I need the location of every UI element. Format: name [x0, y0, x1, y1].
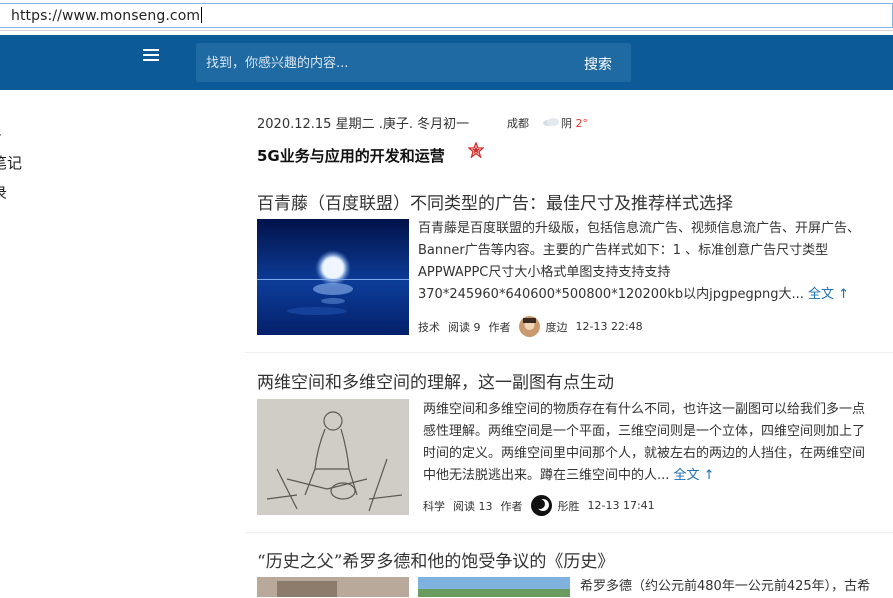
summary-line: 时间的定义。两维空间里中间那个人，就被左右的两边的人挡住，在两维空间 [423, 446, 866, 461]
author-avatar[interactable] [518, 316, 540, 337]
search-input[interactable] [206, 53, 566, 73]
article-meta: 技术 阅读 9 作者 度边 12-13 22:48 [418, 316, 651, 337]
weather-city: 成都 [507, 117, 529, 130]
summary-line: Banner广告等内容。主要的广告样式如下：1 、标准创意广告尺寸类型 [418, 243, 829, 258]
article-category[interactable]: 科学 [423, 498, 445, 514]
summary-line: 中他无法脱逃出来。蹲在三维空间中的人... [423, 468, 670, 483]
article-title[interactable]: 百青藤（百度联盟）不同类型的广告：最佳尺寸及推荐样式选择 [257, 189, 893, 214]
article-thumbnail[interactable] [418, 577, 570, 597]
divider [245, 532, 893, 533]
url-value: https://www.monseng.com [11, 8, 201, 24]
text-caret [201, 7, 203, 23]
author-name[interactable]: 彤胜 [558, 498, 580, 514]
search-button[interactable]: 搜索 [584, 54, 612, 74]
sidebar-item[interactable]: 笔记 [0, 148, 22, 178]
address-bar: https://www.monseng.com [0, 0, 893, 31]
url-field[interactable]: https://www.monseng.com [0, 3, 893, 28]
site-header: 搜索 [0, 35, 893, 90]
article-title[interactable]: “历史之父”希罗多德和他的饱受争议的《历史》 [257, 547, 893, 572]
summary-line: 两维空间和多维空间的物质存在有什么不同，也许这一副图可以给我们多一点 [423, 402, 866, 417]
read-count: 阅读 13 [453, 499, 493, 513]
article-card: 两维空间和多维空间的理解，这一副图有点生动 两维空间和多维空间的物质存在有什么不… [257, 368, 893, 516]
article-summary: 百青藤是百度联盟的升级版，包括信息流广告、视频信息流广告、开屏广告、 Banne… [418, 218, 860, 306]
article-thumbnail[interactable] [257, 219, 409, 335]
cloud-icon [543, 118, 559, 126]
author-name[interactable]: 度边 [546, 319, 568, 335]
article-title[interactable]: 两维空间和多维空间的理解，这一副图有点生动 [257, 368, 893, 393]
sidebar: 4 笔记 录 [0, 118, 22, 208]
read-more-link[interactable]: 全文 ↑ [808, 287, 849, 302]
summary-line: 感性理解。两维空间是一个平面，三维空间则是一个立体，四维空间则加上了 [423, 424, 866, 439]
url-text: https://www.monseng.com [11, 7, 203, 24]
star-icon [468, 142, 484, 158]
summary-line: 希罗多德（约公元前480年一公元前425年），古希 [580, 579, 871, 594]
weather-info: 阴 2° [561, 115, 588, 131]
hamburger-menu-icon[interactable] [143, 49, 159, 63]
summary-line: APPWAPPC尺寸大小格式单图支持支持支持 [418, 265, 671, 280]
article-thumbnail[interactable] [257, 577, 409, 597]
article-category[interactable]: 技术 [418, 319, 440, 335]
author-avatar[interactable] [530, 495, 552, 516]
divider [245, 352, 893, 353]
date-text: 2020.12.15 星期二 .庚子. 冬月初一 [257, 117, 470, 132]
author-label: 作者 [488, 320, 511, 334]
article-card: “历史之父”希罗多德和他的饱受争议的《历史》 希罗多德（约公元前480年一公元前… [257, 547, 893, 597]
summary-line: 百青藤是百度联盟的升级版，包括信息流广告、视频信息流广告、开屏广告、 [418, 221, 861, 236]
article-thumbnail[interactable] [257, 399, 409, 515]
summary-line: 370*245960*640600*500800*120200kb以内jpgpe… [418, 287, 804, 302]
sidebar-item[interactable]: 4 [0, 118, 22, 148]
read-more-link[interactable]: 全文 ↑ [674, 468, 715, 483]
post-time: 12-13 22:48 [575, 320, 643, 333]
featured-headline[interactable]: 5G业务与应用的开发和运营 [257, 145, 445, 166]
article-summary: 希罗多德（约公元前480年一公元前425年），古希 [580, 576, 870, 598]
author-label: 作者 [500, 499, 523, 513]
article-summary: 两维空间和多维空间的物质存在有什么不同，也许这一副图可以给我们多一点 感性理解。… [423, 399, 865, 487]
read-count: 阅读 9 [448, 320, 481, 334]
article-card: 百青藤（百度联盟）不同类型的广告：最佳尺寸及推荐样式选择 百青藤是百度联盟的升级… [257, 189, 893, 337]
article-meta: 科学 阅读 13 作者 彤胜 12-13 17:41 [423, 495, 663, 516]
sidebar-item[interactable]: 录 [0, 178, 22, 208]
search-box [196, 43, 631, 82]
weather-temperature: 2° [575, 117, 589, 130]
weather-condition: 阴 [561, 117, 572, 130]
post-time: 12-13 17:41 [587, 499, 655, 512]
